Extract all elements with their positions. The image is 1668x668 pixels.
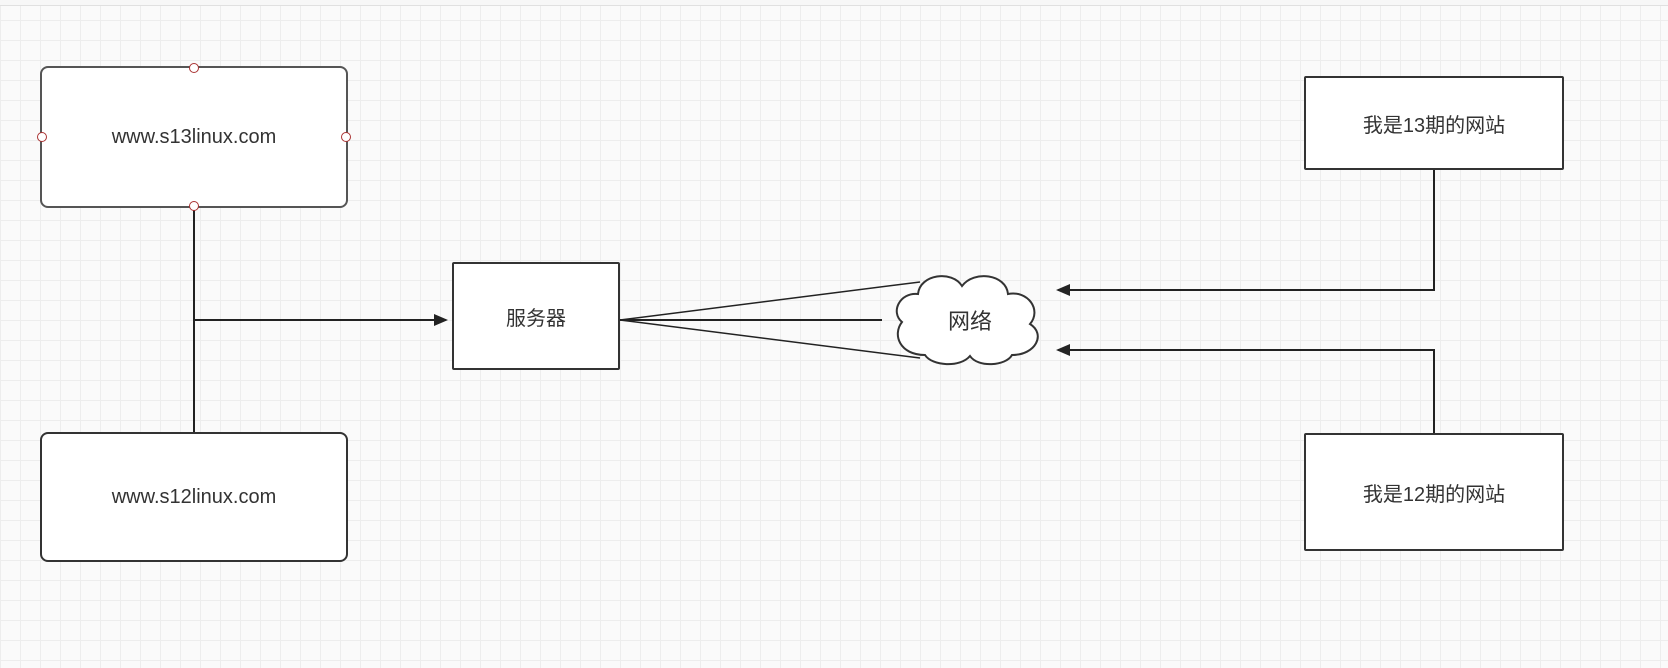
- node-server[interactable]: 服务器: [452, 262, 620, 370]
- top-border: [0, 0, 1668, 6]
- selection-handle-right[interactable]: [341, 132, 351, 142]
- node-site12-label: www.s12linux.com: [112, 486, 277, 509]
- selection-handle-bottom[interactable]: [189, 201, 199, 211]
- node-site13-label: www.s13linux.com: [112, 126, 277, 149]
- selection-handle-left[interactable]: [37, 132, 47, 142]
- node-client12-label: 我是12期的网站: [1363, 478, 1505, 507]
- node-network-label: 网络: [948, 304, 992, 336]
- node-site12[interactable]: www.s12linux.com: [40, 432, 348, 562]
- node-client12[interactable]: 我是12期的网站: [1304, 433, 1564, 551]
- node-client13[interactable]: 我是13期的网站: [1304, 76, 1564, 170]
- node-site13[interactable]: www.s13linux.com: [40, 66, 348, 208]
- node-network[interactable]: 网络: [880, 260, 1060, 380]
- node-client13-label: 我是13期的网站: [1363, 109, 1505, 138]
- selection-handle-top[interactable]: [189, 63, 199, 73]
- node-server-label: 服务器: [506, 302, 566, 331]
